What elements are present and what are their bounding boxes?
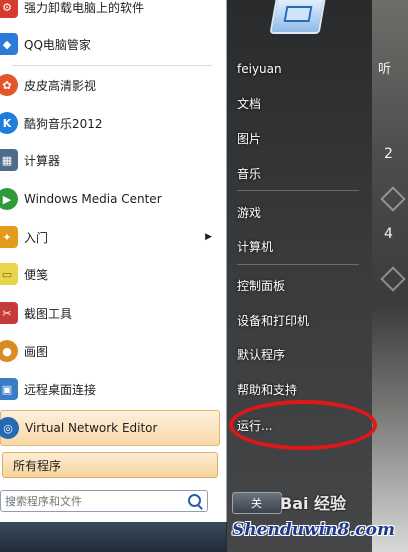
desktop-background: 听 2 4 bbox=[372, 0, 408, 552]
qq-pcmanager-icon: ◆ bbox=[0, 33, 18, 55]
program-label: 计算器 bbox=[24, 153, 61, 168]
paint-icon: ● bbox=[0, 340, 18, 362]
user-avatar[interactable] bbox=[269, 0, 327, 34]
places-label: 帮助和支持 bbox=[237, 382, 298, 397]
places-label: 文档 bbox=[237, 96, 262, 111]
baidu-jingyan-watermark: Bai 经验 bbox=[280, 494, 347, 513]
places-item-default-programs[interactable]: 默认程序 bbox=[237, 341, 365, 367]
program-label: QQ电脑管家 bbox=[24, 37, 91, 52]
places-item-run[interactable]: 运行... bbox=[237, 412, 365, 438]
places-item-control-panel[interactable]: 控制面板 bbox=[237, 272, 365, 298]
desktop-number-4: 4 bbox=[384, 226, 393, 242]
program-label: 皮皮高清影视 bbox=[24, 78, 97, 93]
uninstall-icon: ⚙ bbox=[0, 0, 18, 18]
program-label: Windows Media Center bbox=[24, 192, 162, 206]
places-item-computer[interactable]: 计算机 bbox=[237, 233, 365, 259]
places-item-user[interactable]: feiyuan bbox=[237, 56, 365, 82]
program-label: Virtual Network Editor bbox=[25, 421, 158, 435]
start-menu-places-pane: feiyuan 文档 图片 音乐 游戏 计算机 控制面板 设备和打印机 默认程序… bbox=[227, 0, 372, 552]
places-item-documents[interactable]: 文档 bbox=[237, 90, 365, 116]
start-menu-bottom-strip bbox=[0, 522, 226, 552]
places-item-pictures[interactable]: 图片 bbox=[237, 125, 365, 151]
program-item-kugou[interactable]: K 酷狗音乐2012 bbox=[0, 106, 220, 140]
program-item-qq-pcmanager[interactable]: ◆ QQ电脑管家 bbox=[0, 27, 220, 61]
program-item-media-center[interactable]: ▶ Windows Media Center bbox=[0, 182, 220, 216]
menu-separator bbox=[12, 65, 212, 66]
search-box[interactable] bbox=[0, 490, 208, 512]
places-item-music[interactable]: 音乐 bbox=[237, 160, 365, 186]
desktop-decoration bbox=[380, 186, 406, 212]
places-label: 运行... bbox=[237, 418, 273, 433]
program-label: 酷狗音乐2012 bbox=[24, 116, 103, 131]
program-label: 便笺 bbox=[24, 267, 49, 282]
places-label: feiyuan bbox=[237, 62, 282, 76]
program-item-paint[interactable]: ● 画图 bbox=[0, 334, 220, 368]
start-menu-programs-pane: ⚙ 强力卸载电脑上的软件 ◆ QQ电脑管家 ✿ 皮皮高清影视 K 酷狗音乐201… bbox=[0, 0, 227, 522]
shutdown-label: 关 bbox=[251, 497, 262, 510]
remote-desktop-icon: ▣ bbox=[0, 378, 18, 400]
places-item-help-support[interactable]: 帮助和支持 bbox=[237, 376, 365, 402]
program-item-pipi-video[interactable]: ✿ 皮皮高清影视 bbox=[0, 68, 220, 102]
getting-started-icon: ✦ bbox=[0, 226, 18, 248]
program-label: 截图工具 bbox=[24, 306, 73, 321]
network-editor-icon: ◎ bbox=[0, 417, 19, 439]
snipping-tool-icon: ✂ bbox=[0, 302, 18, 324]
program-item-remote-desktop[interactable]: ▣ 远程桌面连接 bbox=[0, 372, 220, 406]
menu-separator bbox=[237, 264, 359, 265]
places-label: 设备和打印机 bbox=[237, 313, 310, 328]
desktop-number-2: 2 bbox=[384, 146, 393, 162]
places-label: 图片 bbox=[237, 131, 262, 146]
program-label: 入门 bbox=[24, 230, 49, 245]
kugou-music-icon: K bbox=[0, 112, 18, 134]
sticky-notes-icon: ▭ bbox=[0, 263, 18, 285]
program-item-sticky-notes[interactable]: ▭ 便笺 bbox=[0, 257, 220, 291]
places-label: 控制面板 bbox=[237, 278, 286, 293]
all-programs-button[interactable]: 所有程序 bbox=[2, 452, 218, 478]
program-label: 强力卸载电脑上的软件 bbox=[24, 0, 145, 15]
program-item-snipping-tool[interactable]: ✂ 截图工具 bbox=[0, 296, 220, 330]
all-programs-label: 所有程序 bbox=[13, 458, 62, 473]
submenu-arrow-icon: ▶ bbox=[205, 232, 212, 242]
places-item-devices-printers[interactable]: 设备和打印机 bbox=[237, 307, 365, 333]
places-label: 游戏 bbox=[237, 205, 262, 220]
desktop-decoration bbox=[380, 266, 406, 292]
program-label: 画图 bbox=[24, 344, 49, 359]
search-icon[interactable] bbox=[188, 494, 201, 507]
pipi-video-icon: ✿ bbox=[0, 74, 18, 96]
calculator-icon: ▦ bbox=[0, 149, 18, 171]
places-label: 计算机 bbox=[237, 239, 274, 254]
search-input[interactable] bbox=[3, 493, 187, 509]
places-item-games[interactable]: 游戏 bbox=[237, 199, 365, 225]
site-watermark: Shenduwin8.com bbox=[232, 520, 395, 540]
program-label: 远程桌面连接 bbox=[24, 382, 97, 397]
shutdown-button[interactable]: 关 bbox=[232, 492, 282, 514]
program-item-getting-started[interactable]: ✦ 入门 ▶ bbox=[0, 220, 220, 254]
program-item-uninstaller[interactable]: ⚙ 强力卸载电脑上的软件 bbox=[0, 0, 220, 24]
program-item-calculator[interactable]: ▦ 计算器 bbox=[0, 143, 220, 177]
desktop-text-top: 听 bbox=[378, 62, 392, 77]
places-label: 音乐 bbox=[237, 166, 262, 181]
places-label: 默认程序 bbox=[237, 347, 286, 362]
menu-separator bbox=[237, 190, 359, 191]
windows-media-center-icon: ▶ bbox=[0, 188, 18, 210]
program-item-virtual-network-editor[interactable]: ◎ Virtual Network Editor bbox=[0, 410, 220, 446]
